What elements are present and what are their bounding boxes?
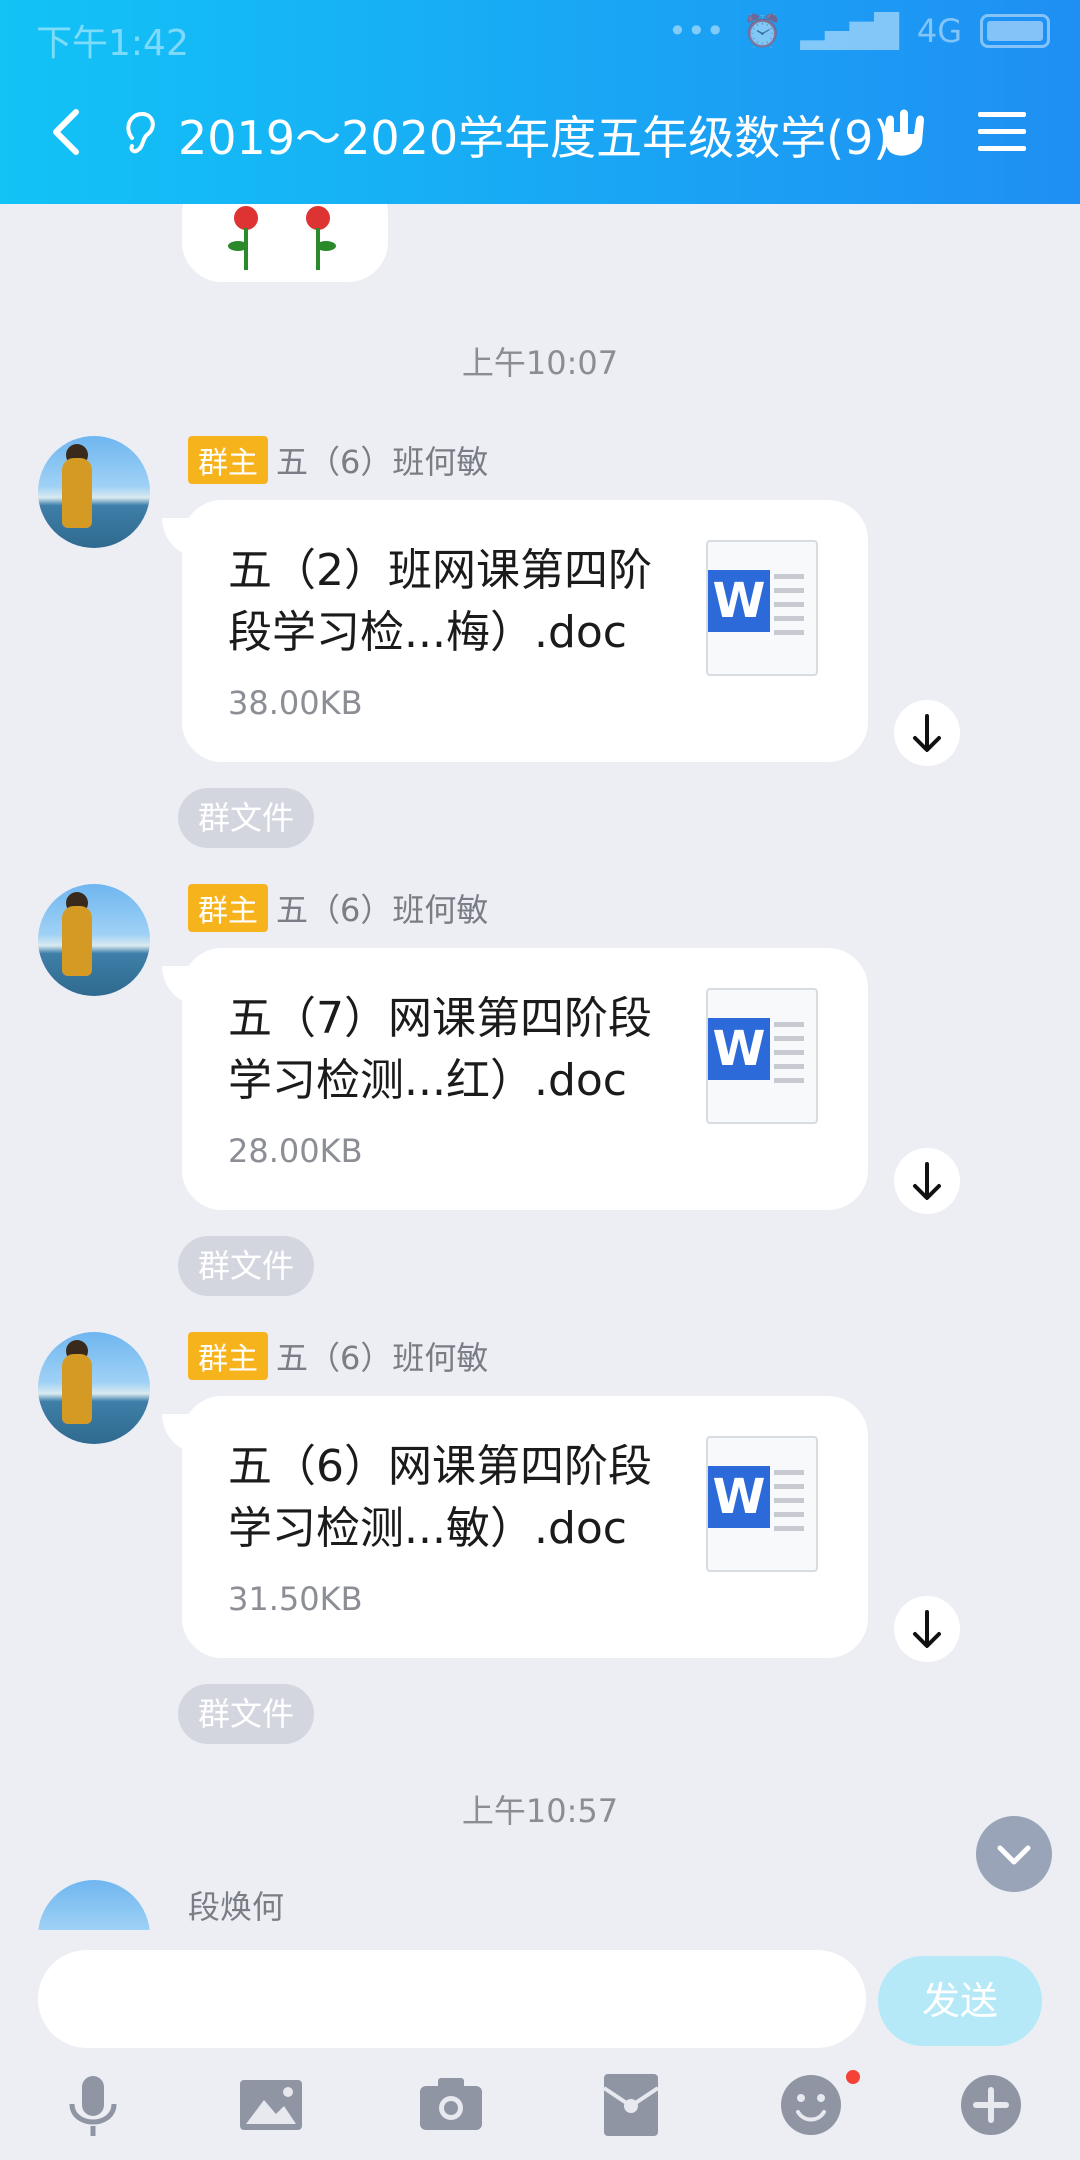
file-size: 28.00KB: [228, 1132, 363, 1170]
status-bar: 下午1:42 ••• ⏰ ▂▄▆█ 4G: [0, 0, 1080, 68]
avatar[interactable]: [38, 436, 150, 548]
battery-icon: [980, 14, 1050, 48]
network-type: 4G: [916, 12, 962, 50]
download-icon[interactable]: [894, 700, 960, 766]
owner-badge: 群主: [188, 436, 268, 484]
sender-line: 群主 五（6）班何敏: [188, 884, 488, 932]
avatar[interactable]: [38, 1880, 150, 1930]
group-file-tag[interactable]: 群文件: [178, 788, 315, 848]
file-message[interactable]: 五（6）网课第四阶段学习检测...敏）.doc 31.50KB W: [162, 1396, 868, 1658]
ear-icon[interactable]: [120, 108, 160, 158]
sender-name: 五（6）班何敏: [276, 891, 489, 929]
timestamp: 上午10:57: [461, 1792, 619, 1830]
word-doc-icon: W: [706, 988, 818, 1124]
status-time: 下午1:42: [36, 23, 189, 64]
signal-icon: ▂▄▆█: [800, 12, 899, 50]
nav-bar: 2019～2020学年度五年级数学(9): [0, 90, 1080, 180]
owner-badge: 群主: [188, 1332, 268, 1380]
send-button[interactable]: 发送: [878, 1956, 1042, 2046]
file-name: 五（6）网课第四阶段学习检测...敏）.doc: [228, 1441, 652, 1554]
chat-area[interactable]: 上午10:07 群主 五（6）班何敏 五（2）班网课第四阶段学习检...梅）.d…: [0, 204, 1080, 1930]
notification-dot: [846, 2070, 860, 2084]
file-name: 五（7）网课第四阶段学习检测...红）.doc: [228, 993, 652, 1106]
group-file-tag[interactable]: 群文件: [178, 1236, 315, 1296]
status-icons: ••• ⏰ ▂▄▆█ 4G: [668, 12, 1050, 50]
word-doc-icon: W: [706, 1436, 818, 1572]
sender-name: 五（6）班何敏: [276, 443, 489, 481]
file-message[interactable]: 五（2）班网课第四阶段学习检...梅）.doc 38.00KB W: [162, 500, 868, 762]
plus-icon[interactable]: [956, 2070, 1026, 2140]
menu-icon[interactable]: [976, 106, 1028, 158]
more-dots-icon: •••: [667, 12, 725, 50]
red-packet-icon[interactable]: [596, 2070, 666, 2140]
image-icon[interactable]: [236, 2070, 306, 2140]
rock-hand-icon[interactable]: [876, 104, 936, 164]
camera-icon[interactable]: [416, 2070, 486, 2140]
input-bar: 发送: [0, 1930, 1080, 2160]
alarm-icon: ⏰: [742, 12, 783, 50]
file-message[interactable]: 五（7）网课第四阶段学习检测...红）.doc 28.00KB W: [162, 948, 868, 1210]
rose-sticker: [228, 206, 336, 270]
microphone-icon[interactable]: [58, 2070, 128, 2140]
file-size: 31.50KB: [228, 1580, 363, 1618]
avatar[interactable]: [38, 884, 150, 996]
sticker-message[interactable]: [182, 204, 388, 282]
timestamp: 上午10:07: [461, 344, 619, 382]
sender-name: 五（6）班何敏: [276, 1339, 489, 1377]
word-doc-icon: W: [706, 540, 818, 676]
avatar[interactable]: [38, 1332, 150, 1444]
emoji-icon[interactable]: [776, 2070, 846, 2140]
group-file-tag[interactable]: 群文件: [178, 1684, 315, 1744]
top-header: 下午1:42 ••• ⏰ ▂▄▆█ 4G 2019～2020学年度五年级数学(9…: [0, 0, 1080, 204]
owner-badge: 群主: [188, 884, 268, 932]
message-input[interactable]: [38, 1950, 866, 2048]
sender-name: 段焕何: [188, 1888, 285, 1926]
file-size: 38.00KB: [228, 684, 363, 722]
download-icon[interactable]: [894, 1148, 960, 1214]
sender-line: 群主 五（6）班何敏: [188, 436, 488, 484]
chat-title: 2019～2020学年度五年级数学(9): [178, 111, 892, 165]
back-icon[interactable]: [40, 102, 100, 162]
download-icon[interactable]: [894, 1596, 960, 1662]
scroll-down-icon[interactable]: [976, 1816, 1052, 1892]
sender-line: 群主 五（6）班何敏: [188, 1332, 488, 1380]
file-name: 五（2）班网课第四阶段学习检...梅）.doc: [228, 545, 652, 658]
